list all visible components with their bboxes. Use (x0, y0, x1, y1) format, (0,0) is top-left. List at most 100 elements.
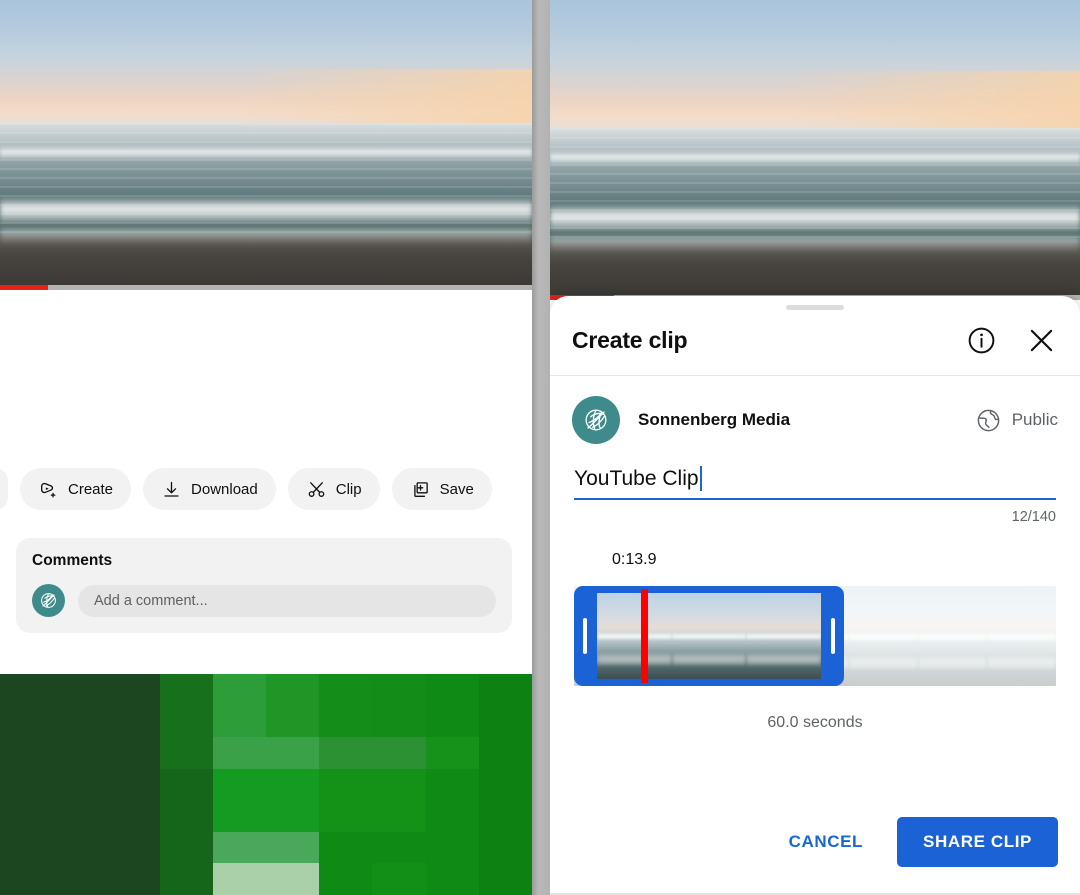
action-chip-download[interactable]: Download (143, 468, 276, 510)
thumbnail-pixel (106, 768, 160, 801)
sand-shore (550, 243, 1080, 300)
thumbnail-pixel (212, 800, 266, 832)
action-chip-clip[interactable]: Clip (287, 468, 380, 510)
thumbnail-pixel (372, 863, 426, 895)
add-comment-input[interactable]: Add a comment... (78, 584, 496, 617)
thumbnail-pixel (53, 863, 107, 895)
selection-start-handle[interactable] (583, 618, 587, 654)
clip-selection-box[interactable] (574, 586, 844, 686)
clip-owner-name: Sonnenberg Media (638, 410, 791, 429)
sheet-header-icons (966, 324, 1058, 357)
thumbnail-pixel (106, 831, 160, 864)
wave-foam-far (0, 145, 532, 160)
thumbnail-pixel (212, 831, 266, 864)
thumbnail-pixel (0, 737, 54, 769)
video-player-right[interactable] (550, 0, 1080, 300)
filmstrip-frame (849, 586, 919, 686)
thumbnail-pixel (0, 705, 54, 738)
thumbnail-pixel (266, 768, 320, 801)
thumbnail-pixel (53, 737, 107, 769)
action-chip-label: Create (68, 480, 114, 498)
download-icon (161, 479, 182, 500)
filmstrip-frame (671, 593, 747, 679)
thumbnail-pixel (0, 831, 54, 864)
video-frame-beach-left (0, 0, 532, 290)
screenshot-root: Gentle Waves 15 views 15h ago ...more (0, 0, 1080, 895)
thumbnail-pixel (319, 705, 373, 738)
thumbnail-pixel (478, 800, 532, 832)
thumbnail-pixel (319, 800, 373, 832)
comments-card[interactable]: Comments Add a comment... (16, 538, 512, 633)
thumbnail-pixel (159, 800, 213, 832)
thumbnail-pixel (159, 863, 213, 895)
thumbnail-pixel (212, 705, 266, 738)
thumbnail-pixel (478, 674, 532, 706)
filmstrip-frame (597, 593, 672, 679)
thumbnail-pixel (425, 863, 479, 895)
panel-divider (532, 0, 550, 895)
action-chip-label: Clip (335, 480, 362, 498)
thumbnail-pixel (266, 705, 320, 738)
thumbnail-pixel (53, 674, 107, 706)
action-chip-save[interactable]: Save (391, 468, 492, 510)
action-chip-create[interactable]: Create (20, 468, 132, 510)
clip-timeline[interactable] (574, 586, 1056, 686)
wave-foam-near (0, 197, 532, 224)
comments-heading: Comments (32, 552, 113, 569)
selection-end-handle[interactable] (830, 618, 835, 654)
thumbnail-pixel (212, 863, 266, 895)
leaf-logo-avatar (32, 584, 65, 617)
thumbnail-pixel (478, 768, 532, 801)
filmstrip-frame (746, 593, 821, 679)
thumbnail-pixel (425, 831, 479, 864)
thumbnail-pixel (266, 674, 320, 706)
thumbnail-pixel (319, 831, 373, 864)
filmstrip-frame (918, 586, 988, 686)
action-chip-label: Save (439, 480, 474, 498)
thumbnail-pixel (266, 737, 320, 769)
thumbnail-pixel (159, 737, 213, 769)
thumbnail-pixel (319, 737, 373, 769)
thumbnail-pixel (372, 831, 426, 864)
clip-title-field[interactable]: YouTube Clip 12/140 (574, 466, 1056, 525)
thumbnail-pixel (159, 674, 213, 706)
thumbnail-pixel (106, 800, 160, 832)
share-clip-button[interactable]: SHARE CLIP (897, 817, 1058, 867)
thumbnail-pixel (212, 674, 266, 706)
add-comment-row[interactable]: Add a comment... (32, 584, 496, 617)
close-icon[interactable] (1025, 324, 1058, 357)
video-progress-fill-left (0, 285, 48, 290)
thumbnail-pixel (106, 674, 160, 706)
thumbnail-pixel (159, 831, 213, 864)
thumbnail-pixel (425, 705, 479, 738)
thumbnail-pixel (159, 705, 213, 738)
leaf-logo-avatar (572, 396, 620, 444)
thumbnail-pixel (0, 768, 54, 801)
info-circle-icon[interactable] (966, 325, 997, 356)
clip-title-input[interactable]: YouTube Clip (574, 466, 1056, 500)
playhead-marker[interactable] (641, 589, 649, 683)
privacy-setting[interactable]: Public (975, 407, 1058, 434)
sky-gradient (0, 0, 532, 125)
character-counter: 12/140 (1011, 509, 1056, 525)
thumbnail-pixel (106, 863, 160, 895)
thumbnail-pixel (319, 863, 373, 895)
thumbnail-pixel (159, 768, 213, 801)
action-chip-partial[interactable] (0, 468, 8, 510)
current-time-label: 0:13.9 (612, 551, 657, 568)
thumbnail-pixel (53, 768, 107, 801)
thumbnail-pixel (478, 831, 532, 864)
video-frame-beach-right (550, 0, 1080, 300)
sheet-header: Create clip (550, 310, 1080, 375)
filmstrip-frame (987, 586, 1056, 686)
scissors-icon (306, 479, 327, 500)
video-player-left[interactable] (0, 0, 532, 290)
sheet-actions: CANCEL SHARE CLIP (781, 817, 1058, 867)
video-progress-bar-left[interactable] (0, 285, 532, 290)
selection-frames (597, 593, 821, 679)
cancel-button[interactable]: CANCEL (781, 822, 871, 862)
thumbnail-pixel (319, 768, 373, 801)
thumbnail-pixel (0, 674, 54, 706)
thumbnail-pixel (0, 863, 54, 895)
text-caret (699, 466, 702, 491)
